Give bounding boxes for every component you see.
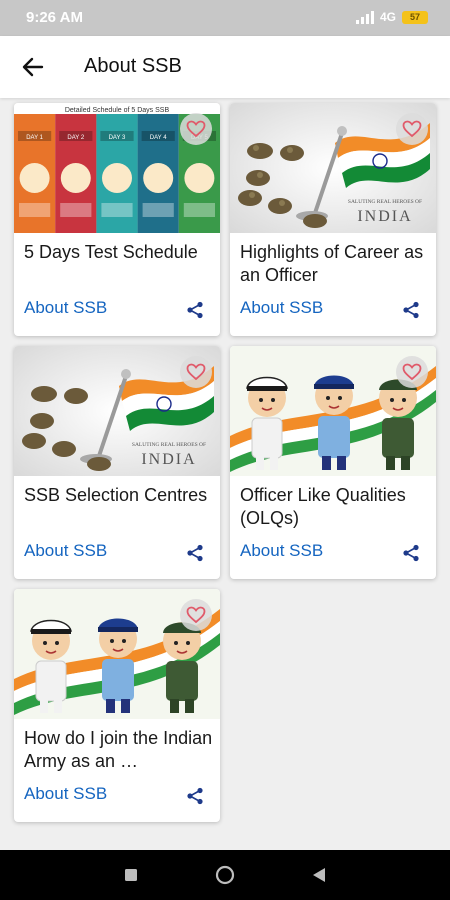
category-link[interactable]: About SSB (240, 541, 323, 561)
day-icon-circle (184, 163, 215, 193)
day-icon-circle (60, 163, 91, 193)
share-icon (187, 787, 203, 805)
article-card[interactable]: Detailed Schedule of 5 Days SSB DAY 1 DAY… (14, 103, 220, 336)
day-icon-circle (102, 163, 132, 193)
day-icon-circle (19, 163, 50, 193)
status-icons: 4G 57 (355, 10, 428, 24)
card-grid: Detailed Schedule of 5 Days SSB DAY 1 DAY… (0, 98, 450, 850)
share-icon (187, 301, 203, 319)
day-label: DAY 4 (150, 135, 167, 141)
arrow-back-icon (22, 57, 44, 77)
system-nav-bar (0, 850, 450, 900)
card-title: Officer Like Qualities (OLQs) (240, 485, 406, 528)
category-link[interactable]: About SSB (24, 298, 107, 318)
day-description-block (142, 203, 174, 217)
share-button[interactable] (400, 299, 422, 321)
article-card[interactable]: How do I join the Indian Army as an … Ab… (14, 589, 220, 822)
back-triangle-icon (313, 868, 325, 882)
schedule-heading: Detailed Schedule of 5 Days SSB (65, 107, 170, 114)
heroes-caption: SALUTING REAL HEROES OF (132, 442, 206, 448)
article-card[interactable]: Officer Like Qualities (OLQs) About SSB (230, 346, 436, 579)
day-description-block (101, 203, 133, 217)
heroes-country: INDIA (141, 451, 196, 468)
heroes-caption: SALUTING REAL HEROES OF (348, 199, 422, 205)
share-button[interactable] (184, 542, 206, 564)
favorite-button[interactable] (180, 599, 212, 631)
signal-icon (355, 10, 374, 24)
card-title: 5 Days Test Schedule (24, 242, 198, 262)
heart-icon (402, 120, 422, 138)
battery-level: 57 (409, 11, 420, 22)
share-icon (187, 544, 203, 562)
recents-button[interactable] (124, 868, 138, 887)
heart-icon (186, 363, 206, 381)
nav-back-button[interactable] (312, 867, 326, 888)
day-label: DAY 1 (26, 135, 43, 141)
heart-icon (186, 120, 206, 138)
status-bar: 9:26 AM 4G 57 (0, 0, 450, 36)
share-button[interactable] (184, 785, 206, 807)
day-description-block (60, 203, 92, 217)
back-button[interactable] (18, 52, 48, 82)
status-time: 9:26 AM (26, 9, 83, 26)
heart-icon (402, 363, 422, 381)
favorite-button[interactable] (396, 356, 428, 388)
article-card[interactable]: SALUTING REAL HEROES OF INDIA Highlights… (230, 103, 436, 336)
card-title: Highlights of Career as an Officer (240, 242, 424, 285)
share-button[interactable] (184, 299, 206, 321)
category-link[interactable]: About SSB (24, 541, 107, 561)
home-button[interactable] (215, 865, 235, 890)
army-officer (379, 379, 417, 470)
day-icon-circle (143, 163, 174, 193)
favorite-button[interactable] (180, 356, 212, 388)
home-circle-icon (215, 865, 235, 885)
day-label: DAY 3 (109, 135, 126, 141)
category-link[interactable]: About SSB (24, 784, 107, 804)
share-button[interactable] (400, 542, 422, 564)
card-title: How do I join the Indian Army as an … (24, 728, 213, 771)
day-label: DAY 2 (67, 135, 84, 141)
card-title: SSB Selection Centres (24, 485, 208, 505)
day-description-block (19, 203, 51, 217)
favorite-button[interactable] (396, 113, 428, 145)
article-card[interactable]: SALUTING REAL HEROES OF INDIA SSB Select… (14, 346, 220, 579)
share-icon (403, 544, 419, 562)
app-bar: About SSB (0, 36, 450, 98)
heart-icon (186, 606, 206, 624)
airforce-officer (314, 375, 354, 470)
recents-square-icon (125, 869, 137, 881)
network-type: 4G (379, 10, 396, 24)
page-title: About SSB (84, 55, 182, 77)
navy-officer (246, 376, 288, 470)
day-description-block (183, 203, 215, 217)
battery-icon: 57 (402, 10, 428, 24)
favorite-button[interactable] (180, 113, 212, 145)
heroes-country: INDIA (357, 208, 412, 225)
share-icon (403, 301, 419, 319)
category-link[interactable]: About SSB (240, 298, 323, 318)
